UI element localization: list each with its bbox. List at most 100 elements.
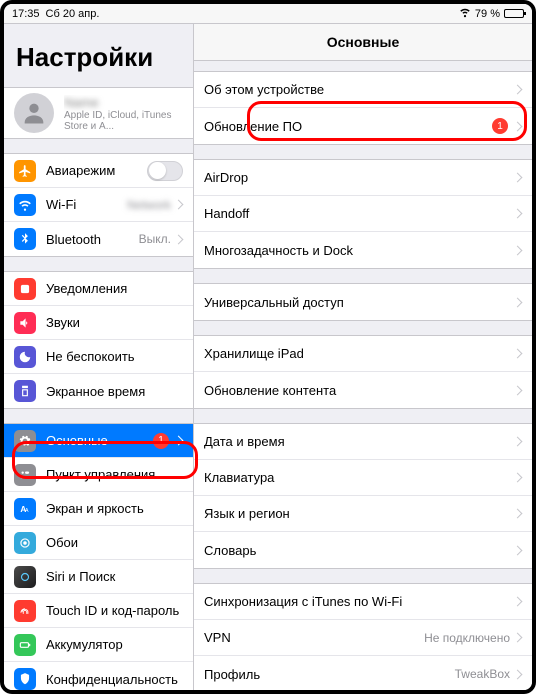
wifi-icon (459, 6, 471, 21)
sidebar-item-dnd[interactable]: Не беспокоить (4, 340, 193, 374)
detail-title: Основные (194, 24, 532, 61)
account-name: Name (64, 95, 183, 110)
chevron-icon (514, 299, 522, 306)
privacy-label: Конфиденциальность (46, 672, 183, 687)
dnd-icon (14, 346, 36, 368)
background-refresh-label: Обновление контента (204, 383, 514, 398)
chevron-icon (514, 598, 522, 605)
detail-item-multitasking[interactable]: Многозадачность и Dock (194, 232, 532, 268)
battery-icon (504, 9, 524, 18)
detail-item-itunes-sync[interactable]: Синхронизация с iTunes по Wi-Fi (194, 584, 532, 620)
detail-item-datetime[interactable]: Дата и время (194, 424, 532, 460)
airplane-label: Авиарежим (46, 163, 147, 178)
detail-item-keyboard[interactable]: Клавиатура (194, 460, 532, 496)
touchid-label: Touch ID и код-пароль (46, 603, 183, 618)
language-label: Язык и регион (204, 506, 514, 521)
display-icon: AA (14, 498, 36, 520)
accessibility-label: Универсальный доступ (204, 295, 514, 310)
detail-item-background-refresh[interactable]: Обновление контента (194, 372, 532, 408)
sidebar-item-control-center[interactable]: Пункт управления (4, 458, 193, 492)
chevron-icon (175, 236, 183, 243)
wifi-settings-icon (14, 194, 36, 216)
sidebar: Настройки Name Apple ID, iCloud, iTunes … (4, 24, 194, 690)
handoff-label: Handoff (204, 206, 514, 221)
sidebar-item-sounds[interactable]: Звуки (4, 306, 193, 340)
detail-pane: Основные Об этом устройстве Обновление П… (194, 24, 532, 690)
status-time: 17:35 (12, 8, 40, 20)
sidebar-item-notifications[interactable]: Уведомления (4, 272, 193, 306)
wifi-label: Wi-Fi (46, 197, 127, 212)
about-label: Об этом устройстве (204, 82, 514, 97)
detail-item-language[interactable]: Язык и регион (194, 496, 532, 532)
detail-item-software-update[interactable]: Обновление ПО 1 (194, 108, 532, 144)
wallpaper-label: Обои (46, 535, 183, 550)
airplane-icon (14, 160, 36, 182)
settings-title: Настройки (4, 24, 193, 83)
battery-settings-icon (14, 634, 36, 656)
airdrop-label: AirDrop (204, 170, 514, 185)
privacy-icon (14, 668, 36, 690)
software-update-badge: 1 (492, 118, 508, 134)
sounds-icon (14, 312, 36, 334)
detail-item-dictionary[interactable]: Словарь (194, 532, 532, 568)
sidebar-item-siri[interactable]: Siri и Поиск (4, 560, 193, 594)
touchid-icon (14, 600, 36, 622)
chevron-icon (175, 437, 183, 444)
airplane-toggle[interactable] (147, 161, 183, 181)
screentime-label: Экранное время (46, 384, 183, 399)
sidebar-item-privacy[interactable]: Конфиденциальность (4, 662, 193, 690)
bluetooth-icon (14, 228, 36, 250)
software-update-label: Обновление ПО (204, 119, 492, 134)
bluetooth-label: Bluetooth (46, 232, 139, 247)
account-row[interactable]: Name Apple ID, iCloud, iTunes Store и A.… (4, 88, 193, 138)
siri-label: Siri и Поиск (46, 569, 183, 584)
notifications-icon (14, 278, 36, 300)
sidebar-item-battery[interactable]: Аккумулятор (4, 628, 193, 662)
sidebar-item-touchid[interactable]: Touch ID и код-пароль (4, 594, 193, 628)
sounds-label: Звуки (46, 315, 183, 330)
status-bar: 17:35 Сб 20 апр. 79 % (4, 4, 532, 24)
chevron-icon (514, 510, 522, 517)
siri-icon (14, 566, 36, 588)
chevron-icon (514, 86, 522, 93)
sidebar-item-bluetooth[interactable]: Bluetooth Выкл. (4, 222, 193, 256)
sidebar-item-wallpaper[interactable]: Обои (4, 526, 193, 560)
battery-percent: 79 % (475, 8, 500, 20)
chevron-icon (514, 547, 522, 554)
control-center-label: Пункт управления (46, 467, 183, 482)
detail-item-handoff[interactable]: Handoff (194, 196, 532, 232)
detail-item-vpn[interactable]: VPN Не подключено (194, 620, 532, 656)
chevron-icon (514, 210, 522, 217)
dnd-label: Не беспокоить (46, 349, 183, 364)
sidebar-item-screentime[interactable]: Экранное время (4, 374, 193, 408)
detail-item-about[interactable]: Об этом устройстве (194, 72, 532, 108)
chevron-icon (514, 247, 522, 254)
general-badge: 1 (153, 433, 169, 449)
profile-label: Профиль (204, 667, 455, 682)
sidebar-item-display[interactable]: AA Экран и яркость (4, 492, 193, 526)
gear-icon (14, 430, 36, 452)
detail-item-storage[interactable]: Хранилище iPad (194, 336, 532, 372)
dictionary-label: Словарь (204, 543, 514, 558)
vpn-value: Не подключено (424, 631, 510, 645)
svg-text:A: A (25, 507, 29, 513)
wallpaper-icon (14, 532, 36, 554)
sidebar-item-airplane[interactable]: Авиарежим (4, 154, 193, 188)
storage-label: Хранилище iPad (204, 346, 514, 361)
detail-item-profile[interactable]: Профиль TweakBox (194, 656, 532, 690)
datetime-label: Дата и время (204, 434, 514, 449)
chevron-icon (514, 634, 522, 641)
sidebar-item-general[interactable]: Основные 1 (4, 424, 193, 458)
general-label: Основные (46, 433, 153, 448)
display-label: Экран и яркость (46, 501, 183, 516)
chevron-icon (175, 201, 183, 208)
chevron-icon (514, 438, 522, 445)
detail-item-accessibility[interactable]: Универсальный доступ (194, 284, 532, 320)
detail-item-airdrop[interactable]: AirDrop (194, 160, 532, 196)
bluetooth-value: Выкл. (139, 232, 171, 246)
profile-value: TweakBox (455, 667, 510, 681)
chevron-icon (514, 174, 522, 181)
sidebar-item-wifi[interactable]: Wi-Fi Network (4, 188, 193, 222)
multitasking-label: Многозадачность и Dock (204, 243, 514, 258)
avatar-icon (14, 93, 54, 133)
